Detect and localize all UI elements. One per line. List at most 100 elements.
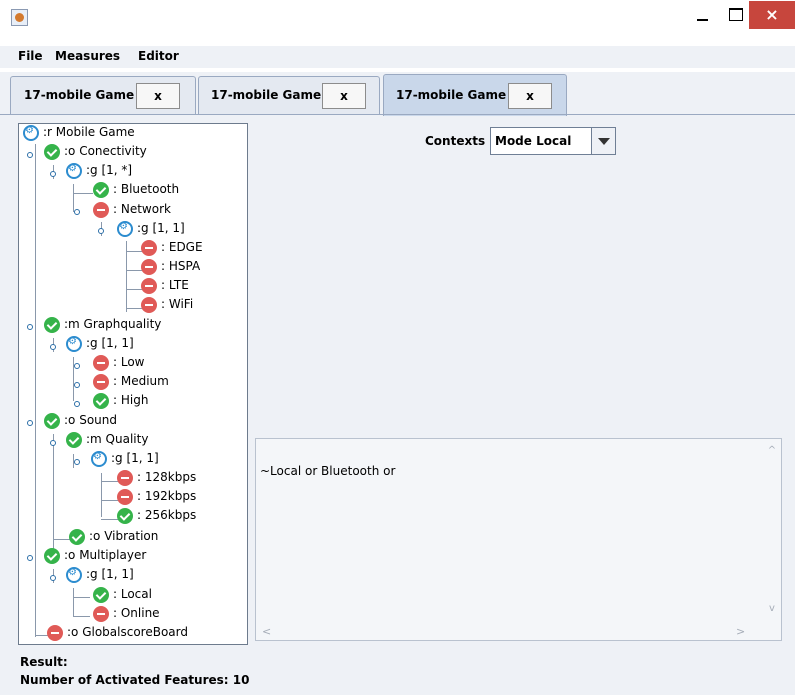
expand-handle[interactable] bbox=[27, 324, 33, 330]
expand-handle[interactable] bbox=[74, 209, 80, 215]
node-label: : High bbox=[113, 393, 149, 407]
tree-connector bbox=[73, 597, 90, 598]
check-icon bbox=[93, 182, 109, 198]
tree-connector bbox=[35, 144, 36, 637]
expand-handle[interactable] bbox=[98, 228, 104, 234]
tree-connector bbox=[101, 519, 118, 520]
scroll-up-icon[interactable]: ^ bbox=[767, 445, 777, 456]
minimize-button[interactable] bbox=[690, 1, 716, 29]
activated-features-count: Number of Activated Features: 10 bbox=[20, 673, 250, 687]
menu-measures[interactable]: Measures bbox=[55, 49, 120, 63]
contexts-label: Contexts bbox=[425, 134, 486, 148]
expression-text-area[interactable]: ~Local or Bluetooth or ^ v < > bbox=[255, 438, 782, 641]
tree-connector bbox=[101, 500, 118, 501]
close-icon: × bbox=[765, 5, 779, 24]
minus-icon bbox=[117, 470, 133, 486]
expand-handle[interactable] bbox=[50, 575, 56, 581]
expand-handle[interactable] bbox=[27, 555, 33, 561]
node-label: :m Graphquality bbox=[64, 317, 162, 331]
node-label: : EDGE bbox=[161, 240, 203, 254]
node-label: : 128kbps bbox=[137, 470, 197, 484]
java-app-icon bbox=[11, 9, 28, 26]
tab-2[interactable]: 17-mobile Game x bbox=[198, 76, 380, 115]
expand-handle[interactable] bbox=[50, 171, 56, 177]
scroll-left-icon[interactable]: < bbox=[262, 625, 271, 638]
node-label: : WiFi bbox=[161, 297, 194, 311]
expression-text: ~Local or Bluetooth or bbox=[260, 464, 396, 478]
tab-close-button[interactable]: x bbox=[136, 83, 180, 109]
expand-handle[interactable] bbox=[50, 440, 56, 446]
minus-icon bbox=[93, 355, 109, 371]
tab-1[interactable]: 17-mobile Game x bbox=[10, 76, 196, 115]
expand-handle[interactable] bbox=[74, 382, 80, 388]
minus-icon bbox=[141, 240, 157, 256]
tab-label: 17-mobile Game bbox=[396, 88, 507, 102]
minus-icon bbox=[93, 202, 109, 218]
scroll-down-icon[interactable]: v bbox=[767, 603, 777, 614]
expand-handle[interactable] bbox=[74, 459, 80, 465]
group-icon bbox=[66, 567, 82, 583]
tree-connector bbox=[126, 251, 143, 252]
minus-icon bbox=[47, 625, 63, 641]
node-label: :r Mobile Game bbox=[43, 125, 135, 139]
tree-connector bbox=[126, 289, 143, 290]
horizontal-scrollbar[interactable]: < > bbox=[256, 623, 765, 640]
node-label: : Local bbox=[113, 587, 152, 601]
menu-bar: File Measures Editor bbox=[0, 46, 795, 68]
node-label: :o Conectivity bbox=[64, 144, 147, 158]
check-icon bbox=[66, 432, 82, 448]
tab-close-button[interactable]: x bbox=[322, 83, 366, 109]
expand-handle[interactable] bbox=[27, 420, 33, 426]
expand-handle[interactable] bbox=[27, 152, 33, 158]
tab-label: 17-mobile Game bbox=[211, 88, 322, 102]
contexts-select[interactable]: Mode Local bbox=[490, 127, 616, 155]
check-icon bbox=[69, 529, 85, 545]
node-label: : HSPA bbox=[161, 259, 201, 273]
check-icon bbox=[44, 548, 60, 564]
node-label: :o Vibration bbox=[89, 529, 159, 543]
expand-handle[interactable] bbox=[74, 363, 80, 369]
group-icon bbox=[91, 451, 107, 467]
scroll-right-icon[interactable]: > bbox=[736, 625, 745, 638]
group-icon bbox=[117, 221, 133, 237]
node-label: :g [1, 1] bbox=[86, 336, 134, 350]
close-window-button[interactable]: × bbox=[749, 1, 795, 29]
node-label: : LTE bbox=[161, 278, 189, 292]
check-icon bbox=[44, 413, 60, 429]
tree-connector bbox=[73, 193, 93, 194]
minus-icon bbox=[141, 278, 157, 294]
minus-icon bbox=[141, 259, 157, 275]
node-label: : Bluetooth bbox=[113, 182, 180, 196]
node-label: : 256kbps bbox=[137, 508, 197, 522]
tab-close-button[interactable]: x bbox=[508, 83, 552, 109]
node-label: : 192kbps bbox=[137, 489, 197, 503]
feature-tree[interactable]: :r Mobile Game :o Conectivity :g [1, *] … bbox=[18, 123, 248, 645]
menu-editor[interactable]: Editor bbox=[138, 49, 179, 63]
tree-connector bbox=[73, 616, 90, 617]
maximize-button[interactable] bbox=[722, 1, 748, 29]
tab-label: 17-mobile Game bbox=[24, 88, 135, 102]
node-label: :g [1, 1] bbox=[86, 567, 134, 581]
menu-file[interactable]: File bbox=[18, 49, 43, 63]
tree-connector bbox=[126, 308, 143, 309]
chevron-down-icon[interactable] bbox=[591, 128, 615, 154]
minus-icon bbox=[93, 374, 109, 390]
minus-icon bbox=[117, 489, 133, 505]
node-label: : Low bbox=[113, 355, 145, 369]
node-label: : Medium bbox=[113, 374, 169, 388]
node-label: :o GlobalscoreBoard bbox=[67, 625, 188, 639]
check-icon bbox=[44, 144, 60, 160]
expand-handle[interactable] bbox=[74, 401, 80, 407]
check-icon bbox=[44, 317, 60, 333]
title-bar: × bbox=[0, 0, 795, 36]
tab-divider bbox=[0, 114, 795, 115]
tree-connector bbox=[101, 481, 118, 482]
expand-handle[interactable] bbox=[50, 344, 56, 350]
vertical-scrollbar[interactable]: ^ v bbox=[763, 439, 781, 624]
node-label: : Network bbox=[113, 202, 171, 216]
tree-connector bbox=[73, 184, 74, 212]
group-icon bbox=[66, 163, 82, 179]
tab-3-active[interactable]: 17-mobile Game x bbox=[383, 74, 567, 116]
tree-connector bbox=[126, 270, 143, 271]
tree-connector bbox=[73, 588, 74, 616]
